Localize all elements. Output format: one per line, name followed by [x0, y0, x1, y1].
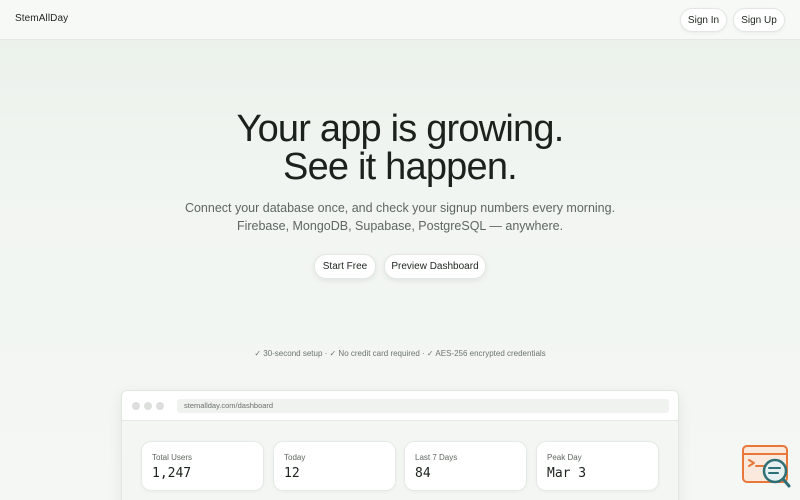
browser-bar: stemallday.com/dashboard — [122, 391, 678, 421]
trust-badges: ✓ 30-second setup · ✓ No credit card req… — [254, 349, 546, 358]
hero-subtitle: Connect your database once, and check yo… — [0, 199, 800, 235]
hero-title: Your app is growing. See it happen. — [0, 110, 800, 186]
preview-dashboard-button[interactable]: Preview Dashboard — [384, 254, 486, 279]
url-bar: stemallday.com/dashboard — [177, 399, 669, 413]
window-dot-icon — [132, 402, 140, 410]
hero-title-line-1: Your app is growing. — [236, 108, 565, 150]
stat-value: 84 — [415, 466, 431, 481]
stat-value: 12 — [284, 466, 300, 481]
sign-up-button[interactable]: Sign Up — [733, 8, 785, 32]
stat-card-total-users: Total Users 1,247 — [141, 441, 264, 491]
stat-value: Mar 3 — [547, 466, 587, 481]
stat-card-today: Today 12 — [273, 441, 396, 491]
stat-label: Last 7 Days — [415, 453, 458, 462]
window-dot-icon — [156, 402, 164, 410]
help-search-icon-graphic — [742, 445, 791, 488]
hero-title-line-2: See it happen. — [283, 146, 518, 188]
window-dot-icon — [144, 402, 152, 410]
stat-value: 1,247 — [152, 466, 192, 481]
top-navbar: StemAllDay Sign In Sign Up — [0, 0, 800, 40]
help-search-icon[interactable] — [742, 444, 792, 490]
brand-logo[interactable]: StemAllDay — [15, 13, 68, 24]
start-free-button[interactable]: Start Free — [314, 254, 376, 279]
stat-label: Total Users — [152, 453, 193, 462]
hero-subtitle-line-2: Firebase, MongoDB, Supabase, PostgreSQL … — [236, 219, 564, 233]
stat-card-last-7-days: Last 7 Days 84 — [404, 441, 527, 491]
dashboard-preview: stemallday.com/dashboard Total Users 1,2… — [121, 390, 679, 500]
sign-in-button[interactable]: Sign In — [680, 8, 727, 32]
stat-label: Peak Day — [547, 453, 582, 462]
stat-card-peak-day: Peak Day Mar 3 — [536, 441, 659, 491]
hero-subtitle-line-1: Connect your database once, and check yo… — [184, 201, 616, 215]
stat-label: Today — [284, 453, 306, 462]
